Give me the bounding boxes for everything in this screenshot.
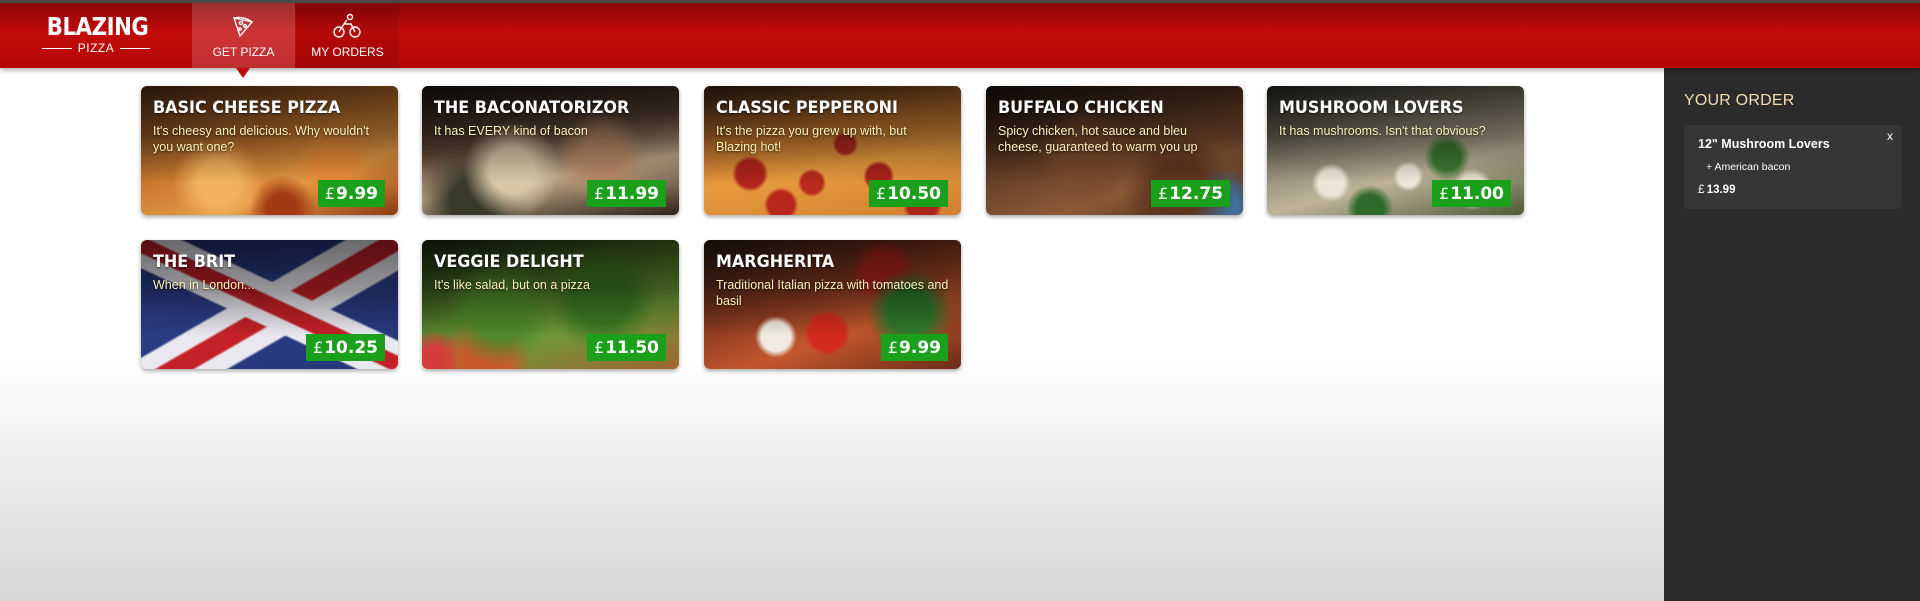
pizza-name: MARGHERITA [716, 252, 835, 272]
price-badge: £12.75 [1151, 180, 1230, 207]
top-bar: BLAZING PIZZA GET PIZZA MY ORDERS [0, 0, 1920, 68]
order-item-topping: + American bacon [1706, 161, 1791, 173]
price-value: 10.50 [887, 184, 941, 204]
tab-get-pizza-label: GET PIZZA [212, 45, 275, 59]
pizza-card-basic-cheese[interactable]: BASIC CHEESE PIZZA It's cheesy and delic… [141, 86, 398, 215]
currency-symbol: £ [1698, 182, 1705, 196]
pizza-card-the-brit[interactable]: THE BRIT When in London... £10.25 [141, 240, 398, 369]
order-sidebar: YOUR ORDER x 12" Mushroom Lovers + Ameri… [1664, 68, 1920, 601]
tab-get-pizza[interactable]: GET PIZZA [192, 3, 295, 68]
currency-symbol: £ [313, 338, 324, 357]
motorbike-icon [332, 12, 362, 40]
currency-symbol: £ [594, 184, 605, 203]
pizza-specials-area: BASIC CHEESE PIZZA It's cheesy and delic… [0, 68, 1664, 601]
price-badge: £9.99 [880, 334, 948, 361]
currency-symbol: £ [324, 184, 336, 203]
pizza-description: Spicy chicken, hot sauce and bleu cheese… [998, 124, 1198, 154]
pizza-card-margherita[interactable]: MARGHERITA Traditional Italian pizza wit… [704, 240, 961, 369]
price-badge: £10.25 [306, 334, 385, 361]
pizza-card-baconatorizor[interactable]: THE BACONATORIZOR It has EVERY kind of b… [422, 86, 679, 215]
pizza-card-mushroom-lovers[interactable]: MUSHROOM LOVERS It has mushrooms. Isn't … [1267, 86, 1524, 215]
pizza-description: It has EVERY kind of bacon [434, 124, 588, 138]
currency-symbol: £ [887, 338, 899, 357]
brand-name: BLAZING [46, 12, 149, 41]
order-item: x 12" Mushroom Lovers + American bacon £… [1684, 125, 1901, 209]
price-value: 9.99 [336, 184, 378, 204]
pizza-description: It's the pizza you grew up with, but Bla… [716, 124, 907, 154]
pizza-card-buffalo-chicken[interactable]: BUFFALO CHICKEN Spicy chicken, hot sauce… [986, 86, 1243, 215]
pizza-description: It's like salad, but on a pizza [434, 278, 590, 292]
currency-symbol: £ [876, 184, 887, 203]
price-badge: £10.50 [869, 180, 948, 207]
price-badge: £9.99 [317, 180, 385, 207]
pizza-card-veggie-delight[interactable]: VEGGIE DELIGHT It's like salad, but on a… [422, 240, 679, 369]
price-value: 12.75 [1169, 184, 1223, 204]
brand-sub: PIZZA [77, 41, 115, 55]
pizza-name: VEGGIE DELIGHT [434, 252, 584, 272]
pizza-name: THE BRIT [153, 252, 236, 272]
price-value: 11.50 [605, 338, 659, 358]
pizza-name: MUSHROOM LOVERS [1279, 98, 1464, 118]
pizza-description: Traditional Italian pizza with tomatoes … [716, 278, 949, 308]
currency-symbol: £ [1158, 184, 1169, 203]
tab-my-orders-label: MY ORDERS [311, 45, 384, 59]
pizza-name: CLASSIC PEPPERONI [716, 98, 898, 118]
price-value: 11.00 [1450, 184, 1504, 204]
price-badge: £11.50 [587, 334, 666, 361]
pizza-name: BASIC CHEESE PIZZA [153, 98, 341, 118]
price-badge: £11.99 [587, 180, 666, 207]
order-item-price-value: 13.99 [1706, 184, 1736, 196]
pizza-description: It's cheesy and delicious. Why wouldn't … [153, 124, 369, 154]
pizza-description: When in London... [153, 278, 255, 292]
price-value: 11.99 [605, 184, 659, 204]
brand-sub-row: PIZZA [38, 42, 154, 55]
pizza-card-classic-pepperoni[interactable]: CLASSIC PEPPERONI It's the pizza you gre… [704, 86, 961, 215]
currency-symbol: £ [1439, 184, 1450, 203]
order-item-name: 12" Mushroom Lovers [1698, 137, 1830, 151]
logo-divider [41, 48, 72, 49]
active-tab-indicator [236, 68, 250, 78]
logo-divider [120, 48, 151, 49]
price-value: 10.25 [324, 338, 378, 358]
pizza-slice-icon [228, 12, 258, 40]
currency-symbol: £ [594, 338, 605, 357]
order-item-price: £13.99 [1698, 182, 1735, 197]
remove-item-button[interactable]: x [1887, 129, 1893, 143]
tab-my-orders[interactable]: MY ORDERS [296, 3, 399, 68]
brand-logo[interactable]: BLAZING PIZZA [38, 13, 154, 61]
pizza-name: BUFFALO CHICKEN [998, 98, 1164, 118]
price-badge: £11.00 [1432, 180, 1511, 207]
order-title: YOUR ORDER [1684, 92, 1795, 109]
pizza-description: It has mushrooms. Isn't that obvious? [1279, 124, 1486, 138]
price-value: 9.99 [899, 338, 941, 358]
pizza-name: THE BACONATORIZOR [434, 98, 630, 118]
